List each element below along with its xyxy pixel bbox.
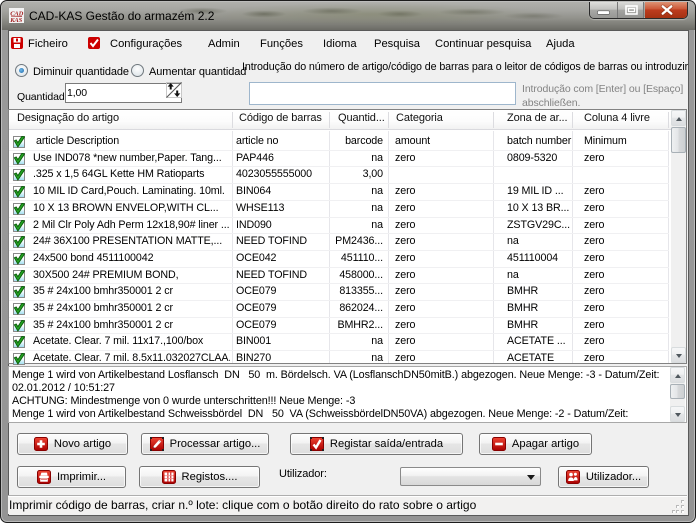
svg-text:KAS: KAS (9, 17, 22, 23)
